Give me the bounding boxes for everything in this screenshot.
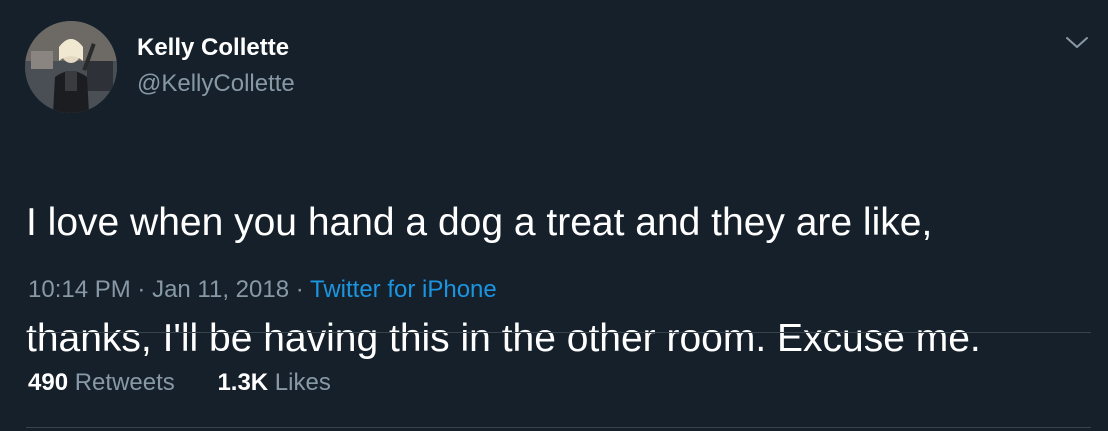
tweet-meta: 10:14 PM · Jan 11, 2018 · Twitter for iP… bbox=[28, 276, 497, 304]
tweet-text-line-1: I love when you hand a dog a treat and t… bbox=[26, 201, 933, 244]
likes-label: Likes bbox=[268, 369, 331, 396]
retweets-label: Retweets bbox=[68, 369, 175, 396]
meta-separator: · bbox=[130, 276, 153, 303]
tweet-source-link[interactable]: Twitter for iPhone bbox=[310, 276, 497, 303]
tweet-stats: 490 Retweets 1.3K Likes bbox=[28, 369, 367, 397]
tweet-date[interactable]: Jan 11, 2018 bbox=[152, 276, 289, 303]
divider bbox=[26, 332, 1091, 333]
meta-separator: · bbox=[289, 276, 310, 303]
author-name[interactable]: Kelly Collette bbox=[137, 34, 289, 62]
avatar[interactable] bbox=[25, 21, 117, 113]
profile-photo-icon bbox=[25, 21, 117, 113]
likes-count: 1.3K bbox=[217, 369, 269, 396]
chevron-down-icon[interactable] bbox=[1063, 32, 1091, 52]
retweets-count: 490 bbox=[28, 369, 69, 396]
tweet-card: Kelly Collette @KellyCollette I love whe… bbox=[0, 0, 1108, 431]
likes-stat[interactable]: 1.3K Likes bbox=[217, 369, 330, 396]
divider bbox=[26, 427, 1091, 428]
retweets-stat[interactable]: 490 Retweets bbox=[28, 369, 175, 396]
tweet-time[interactable]: 10:14 PM bbox=[28, 276, 131, 303]
author-handle[interactable]: @KellyCollette bbox=[137, 70, 295, 98]
tweet-text-line-2: thanks, I'll be having this in the other… bbox=[26, 317, 981, 360]
